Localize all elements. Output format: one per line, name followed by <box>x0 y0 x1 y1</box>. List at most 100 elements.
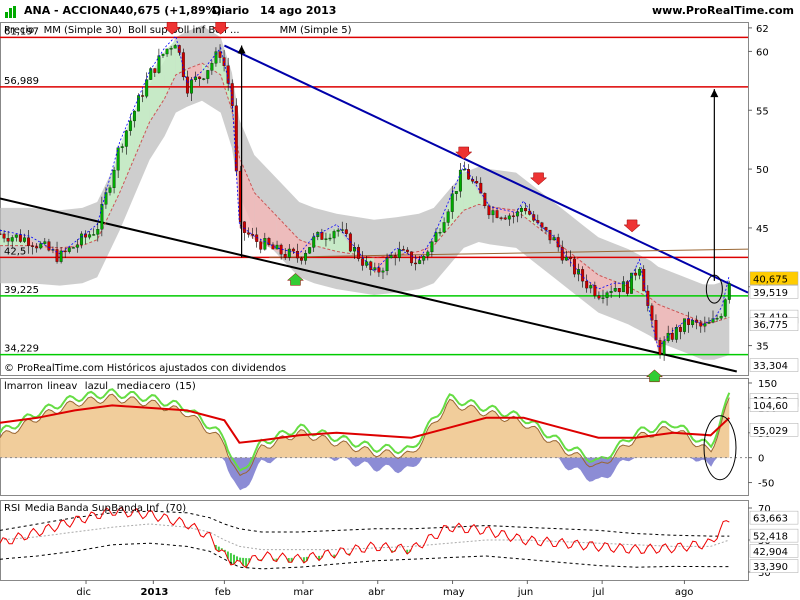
candle-body <box>47 241 51 251</box>
candle-body <box>511 215 515 217</box>
rsi-value-label: 42,904 <box>753 547 788 558</box>
candle-body <box>67 247 71 252</box>
candle-body <box>389 255 393 259</box>
candle-body <box>463 169 466 171</box>
price-axis-label: 35 <box>756 342 769 353</box>
candle-body <box>243 221 246 233</box>
candle-body <box>124 130 128 147</box>
candle-body <box>173 45 177 49</box>
candle-body <box>304 253 308 261</box>
candle-body <box>723 299 727 317</box>
oscillator-value-label: 55,029 <box>753 426 788 437</box>
candle-body <box>35 246 39 249</box>
x-axis-label: mar <box>293 587 314 598</box>
price-level-label: 34,229 <box>4 344 39 355</box>
candle-body <box>719 316 723 319</box>
candle-body <box>218 51 222 58</box>
candle-body <box>137 95 140 112</box>
candle-body <box>434 232 438 242</box>
candle-body <box>630 272 633 294</box>
quote-label: 40,675 (+1,89%) <box>118 4 222 17</box>
candle-body <box>597 295 601 299</box>
candle-body <box>320 231 324 240</box>
price-legend-item: Precio <box>4 25 34 36</box>
candle-body <box>715 318 719 320</box>
candle-body <box>544 227 548 231</box>
rsi-legend-item: RSI <box>4 503 20 514</box>
candle-body <box>662 340 666 355</box>
price-value-label: 33,304 <box>753 361 788 372</box>
candle-body <box>198 76 202 79</box>
price-legend-item: MM (Simple 5) <box>280 25 352 36</box>
candle-body <box>63 250 67 253</box>
candle-body <box>43 241 47 244</box>
candle-body <box>22 237 26 242</box>
x-axis-label: 2013 <box>141 587 169 598</box>
candle-body <box>31 245 35 247</box>
candle-body <box>487 205 491 216</box>
x-axis-label: jun <box>517 587 533 598</box>
candle-body <box>210 63 214 71</box>
rsi-value-label: 33,390 <box>753 562 788 573</box>
oscillator-axis-label: 0 <box>758 454 764 465</box>
chart-annotation: © ProRealTime.com Históricos ajustados c… <box>4 362 286 374</box>
candle-body <box>165 48 169 55</box>
candle-body <box>405 249 409 252</box>
candle-body <box>507 215 511 220</box>
oscillator-axis-label: 150 <box>758 379 777 390</box>
site-label: www.ProRealTime.com <box>651 4 794 17</box>
rsi-value-label: 63,663 <box>753 514 788 525</box>
candle-body <box>291 248 295 252</box>
candle-body <box>617 288 621 293</box>
candle-body <box>585 280 589 289</box>
candle-body <box>430 241 434 253</box>
price-axis-label: 50 <box>756 165 769 176</box>
price-value-label: 40,675 <box>753 274 788 285</box>
candle-body <box>613 288 617 292</box>
candle-body <box>145 79 149 97</box>
candle-body <box>308 247 312 254</box>
candle-body <box>104 192 108 205</box>
price-axis-label: 55 <box>756 106 769 117</box>
stock-chart[interactable]: 6260555045403561,19756,98942,539,22534,2… <box>0 0 800 600</box>
candle-body <box>96 229 100 235</box>
candle-body <box>206 70 210 79</box>
candle-body <box>112 169 116 188</box>
candle-body <box>410 251 413 264</box>
candle-body <box>654 319 658 341</box>
candle-body <box>442 222 446 233</box>
price-level-label: 42,5 <box>4 246 26 257</box>
candle-body <box>573 258 576 275</box>
candle-body <box>128 120 132 131</box>
candle-body <box>283 254 287 258</box>
rsi-legend-item: Banda Inf <box>111 503 159 514</box>
candle-body <box>605 292 609 298</box>
price-value-label: 36,775 <box>753 320 788 331</box>
candle-body <box>609 291 613 293</box>
candle-body <box>75 244 79 248</box>
candle-body <box>524 208 528 212</box>
candle-body <box>401 249 405 251</box>
candle-body <box>312 236 316 248</box>
candle-body <box>247 232 250 235</box>
candle-body <box>332 231 336 239</box>
candle-body <box>324 238 328 240</box>
candle-body <box>467 169 470 180</box>
price-axis-label: 45 <box>756 224 769 235</box>
rsi-legend-item: Media <box>25 503 55 514</box>
oscillator-legend-item: cero <box>149 381 171 392</box>
oscillator-legend-item: media <box>117 381 148 392</box>
candle-body <box>59 250 63 262</box>
candle-body <box>495 210 499 218</box>
candle-body <box>10 237 14 242</box>
candle-body <box>446 211 450 223</box>
candle-body <box>27 237 30 246</box>
price-level-label: 56,989 <box>4 76 39 87</box>
candle-body <box>687 318 691 325</box>
x-axis-label: ago <box>675 587 694 598</box>
candle-body <box>691 319 695 325</box>
candle-body <box>80 233 83 245</box>
candle-body <box>141 95 145 97</box>
candle-body <box>520 208 523 212</box>
candle-body <box>190 79 193 94</box>
